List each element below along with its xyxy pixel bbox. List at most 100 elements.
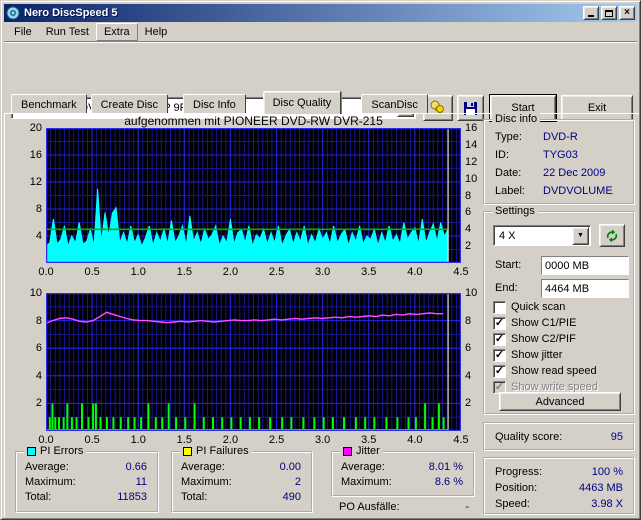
axis-tick-label: 3.0 [315, 434, 331, 446]
pi-failures-groupbox-caption: PI Failures [180, 445, 252, 457]
title-bar: Nero DiscSpeed 5 × [4, 4, 637, 22]
jitter-legend-swatch [343, 446, 352, 456]
app-window: Nero DiscSpeed 5 × File Run Test Extra Help… [0, 0, 641, 520]
disc-info-groupbox: Disc info Type: DVD-R ID: TYG03 Date: 22 Dec … [483, 113, 635, 205]
pi-errors-row-label: Total: [25, 491, 52, 503]
checkbox-label: Quick scan [511, 301, 566, 313]
axis-tick-label: 4.5 [453, 266, 469, 278]
checkbox-box[interactable]: ✓ [493, 348, 506, 362]
pi-failures-legend-swatch [183, 446, 192, 456]
refresh-button[interactable] [599, 224, 625, 247]
po-failures-value: - [465, 501, 469, 513]
axis-tick-label: 1.0 [130, 266, 146, 278]
po-failures-label: PO Ausfälle: [339, 501, 400, 513]
checkbox-label: Show C2/PIF [511, 333, 576, 345]
checkbox-show-c1-pie[interactable]: ✓ Show C1/PIE [493, 316, 576, 330]
axis-tick-label: 3.0 [315, 266, 331, 278]
quality-score-groupbox: Quality score: 95 [483, 422, 635, 451]
tab-create-disc[interactable]: Create Disc [90, 94, 169, 114]
checkbox-box[interactable] [493, 300, 506, 314]
progress-row-value: 4463 MB [578, 482, 623, 494]
scan-speed-dropdown-button[interactable]: ▼ [572, 226, 589, 245]
pi-errors-legend-swatch [27, 446, 36, 456]
start-field-border [541, 256, 629, 275]
jitter-groupbox-caption: Jitter [340, 445, 383, 457]
progress-row-value: 3.98 X [591, 498, 623, 510]
pi-failures-title: PI Failures [196, 445, 249, 457]
pi-errors-groupbox-caption: PI Errors [24, 445, 87, 457]
pi-failures-groupbox: PI Failures Average: 0.00 Maximum: 2 Total: 4… [171, 445, 313, 513]
pi-errors-title: PI Errors [40, 445, 84, 457]
tab-benchmark[interactable]: Benchmark [11, 94, 87, 114]
axis-tick-label: 16 [29, 149, 42, 161]
app-icon [6, 6, 20, 20]
checkbox-label: Show C1/PIE [511, 317, 577, 329]
disc-info-row-label: Label: [495, 185, 525, 197]
axis-tick-label: 8 [35, 314, 42, 327]
settings-caption: Settings [492, 205, 538, 217]
start-field-label: Start: [495, 259, 522, 271]
axis-tick-label: 12 [29, 176, 42, 188]
tab-strip: Benchmark Create Disc Disc Info Disc Qualit… [5, 91, 638, 114]
axis-tick-label: 1.5 [176, 266, 192, 278]
toolbar: [0:1] ATAPI DVD A DH20A4P 9P54 ▼ Start E… [1, 45, 641, 122]
tab-disc-info[interactable]: Disc Info [183, 94, 246, 114]
disc-info-caption: Disc info [492, 113, 541, 125]
refresh-icon [606, 229, 618, 242]
disc-info-row-label: ID: [495, 149, 510, 161]
axis-tick-label: 2.5 [268, 434, 285, 446]
menu-bar: File Run Test Extra Help [4, 23, 637, 42]
pi-errors-groupbox: PI Errors Average: 0.66 Maximum: 11 Total: 11… [15, 445, 159, 513]
axis-tick-label: 4 [35, 230, 42, 242]
menu-item-run-test[interactable]: Run Test [39, 24, 96, 40]
checkbox-box[interactable]: ✓ [493, 364, 506, 378]
axis-tick-label: 4.5 [453, 434, 469, 446]
maximize-button[interactable] [601, 6, 617, 20]
axis-tick-label: 6 [35, 342, 42, 355]
jitter-row-label: Maximum: [341, 476, 392, 488]
axis-tick-label: 2.0 [222, 266, 239, 278]
axis-tick-label: 0.5 [84, 266, 100, 278]
axis-tick-label: 10 [29, 287, 42, 299]
start-input[interactable] [542, 257, 628, 275]
progress-row-label: Speed: [495, 498, 530, 510]
pi-failures-row-value: 2 [294, 476, 301, 488]
menu-item-extra[interactable]: Extra [95, 23, 138, 41]
progress-groupbox: Progress: 100 % Position: 4463 MB Speed: 3.98… [483, 457, 635, 515]
checkbox-show-c2-pif[interactable]: ✓ Show C2/PIF [493, 332, 576, 346]
pi-failures-row-value: 0.00 [279, 461, 301, 473]
pi-failures-row-label: Average: [181, 461, 225, 473]
close-button[interactable]: × [619, 6, 635, 20]
checkbox-box[interactable]: ✓ [493, 316, 506, 330]
tab-scandisc[interactable]: ScanDisc [361, 94, 428, 114]
progress-row-label: Position: [495, 482, 538, 494]
axis-tick-label: 2 [35, 397, 42, 410]
window-title: Nero DiscSpeed 5 [24, 7, 118, 19]
minimize-button[interactable] [583, 6, 599, 20]
pif-and-jitter-plot [46, 293, 461, 431]
jitter-row-value: 8.6 % [434, 476, 463, 488]
axis-tick-label: 8 [35, 203, 42, 215]
disc-info-row-label: Date: [495, 167, 522, 179]
axis-tick-label: 1.0 [130, 434, 146, 446]
tab-disc-quality[interactable]: Disc Quality [262, 91, 342, 114]
checkbox-box[interactable]: ✓ [493, 332, 506, 346]
scan-speed-selector[interactable]: 4 X ▼ [493, 225, 591, 246]
menu-item-help[interactable]: Help [138, 24, 175, 40]
end-field-border [541, 279, 629, 298]
progress-row-label: Progress: [495, 466, 543, 478]
pi-errors-row-value: 11 [135, 476, 147, 488]
pi-errors-row-label: Average: [25, 461, 69, 473]
disc-info-row-value: 22 Dec 2009 [543, 167, 606, 179]
axis-tick-label: 4.0 [407, 266, 423, 278]
end-input[interactable] [542, 280, 628, 298]
checkbox-quick-scan[interactable]: Quick scan [493, 300, 565, 314]
jitter-title: Jitter [356, 445, 380, 457]
checkbox-show-read-speed[interactable]: ✓ Show read speed [493, 364, 597, 378]
minimize-icon [588, 15, 594, 17]
advanced-button[interactable]: Advanced [499, 392, 621, 411]
maximize-icon [605, 9, 613, 17]
menu-item-file[interactable]: File [7, 24, 39, 40]
end-field-label: End: [495, 282, 518, 294]
checkbox-show-jitter[interactable]: ✓ Show jitter [493, 348, 562, 362]
